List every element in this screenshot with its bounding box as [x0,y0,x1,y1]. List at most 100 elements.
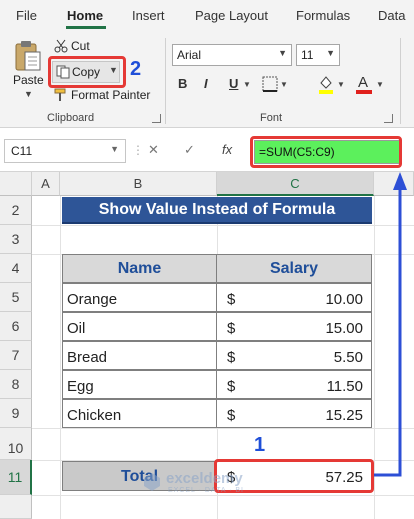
active-tab-indicator [66,26,106,29]
watermark-tagline: EXCEL · DATA · BI [168,487,244,494]
font-color-glyph: A [358,74,369,91]
table-row-amount[interactable]: $ 5.50 [216,341,372,370]
dialog-launcher-icon[interactable] [152,114,161,123]
tab-file[interactable]: File [16,8,37,23]
item-amount: 11.50 [326,378,363,395]
table-row-amount[interactable]: $ 10.00 [216,283,372,312]
chevron-down-icon[interactable]: ▼ [24,89,33,99]
font-color-swatch [356,90,372,94]
font-size-value: 11 [301,48,314,62]
row-header-11[interactable]: 11 [0,460,32,495]
row-header-12[interactable] [0,495,32,519]
font-name-select[interactable]: Arial ▼ [172,44,292,66]
enter-icon[interactable]: ✓ [184,142,195,158]
step-2-label: 2 [130,58,142,80]
underline-button[interactable]: U [229,76,238,91]
scissors-icon [54,39,68,53]
column-header-b[interactable]: B [60,172,217,196]
font-color-button[interactable]: A [356,72,372,94]
tab-page-layout[interactable]: Page Layout [195,8,268,23]
chevron-down-icon[interactable]: ▼ [337,80,345,89]
row-header-8[interactable]: 8 [0,370,32,399]
font-name-value: Arial [177,48,202,62]
more-icon: ⋮ [132,143,144,157]
row-header-6[interactable]: 6 [0,312,32,341]
item-amount: 10.00 [325,291,363,308]
borders-icon[interactable] [262,76,278,92]
worksheet-grid[interactable]: A B C 2 3 4 5 6 7 8 9 10 11 Show Value I… [0,172,414,519]
header-salary-cell[interactable]: Salary [216,254,372,283]
format-painter-label: Format Painter [71,88,151,102]
step-1-label: 1 [254,434,266,456]
insert-function-button[interactable]: fx [222,142,232,157]
dialog-launcher-icon[interactable] [384,114,393,123]
row-header-7[interactable]: 7 [0,341,32,370]
column-header-c[interactable]: C [217,172,374,196]
item-name: Chicken [67,407,122,424]
clipboard-group-label: Clipboard [47,112,95,124]
sheet-title-cell[interactable]: Show Value Instead of Formula [62,197,372,224]
gridline [60,196,61,519]
table-row-amount[interactable]: $ 11.50 [216,370,372,399]
column-header-d[interactable] [374,172,414,196]
font-group-label: Font [260,112,283,124]
tab-data[interactable]: Data [378,8,405,23]
row-header-4[interactable]: 4 [0,254,32,283]
chevron-down-icon[interactable]: ▼ [280,80,288,89]
row-header-2[interactable]: 2 [0,196,32,225]
group-divider [400,38,401,124]
table-row-name[interactable]: Bread [62,341,217,370]
currency-symbol: $ [227,291,236,308]
chevron-down-icon: ▼ [110,144,119,154]
chevron-down-icon: ▼ [278,48,287,58]
item-name: Oil [67,320,86,337]
chevron-down-icon: ▼ [326,48,335,58]
gridline [32,225,414,226]
table-row-name[interactable]: Egg [62,370,217,399]
formula-buttons: ⋮ ✕ ✓ fx [130,139,248,163]
menu-bar: File Home Insert Page Layout Formulas Da… [0,0,414,32]
cut-label: Cut [71,39,90,53]
header-name-cell[interactable]: Name [62,254,217,283]
name-box-value: C11 [11,144,33,158]
currency-symbol: $ [227,407,236,424]
font-size-select[interactable]: 11 ▼ [296,44,340,66]
tab-home[interactable]: Home [67,8,103,23]
chevron-down-icon[interactable]: ▼ [376,80,384,89]
select-all-corner[interactable] [0,172,32,196]
header-salary: Salary [269,260,319,277]
header-name: Name [117,260,162,277]
group-divider [165,38,166,124]
currency-symbol: $ [227,378,236,395]
watermark-brand: exceldemy [166,470,243,487]
row-header-9[interactable]: 9 [0,399,32,428]
brand-logo-icon [144,473,160,491]
item-name: Egg [67,378,94,395]
sheet-title: Show Value Instead of Formula [98,201,336,218]
italic-button[interactable]: I [204,76,208,91]
row-header-5[interactable]: 5 [0,283,32,312]
bold-button[interactable]: B [178,76,187,91]
row-header-10[interactable]: 10 [0,428,32,460]
tab-insert[interactable]: Insert [132,8,165,23]
chevron-down-icon[interactable]: ▼ [243,80,251,89]
fill-color-icon[interactable] [318,74,334,94]
row-header-3[interactable]: 3 [0,225,32,254]
table-row-amount[interactable]: $ 15.25 [216,399,372,428]
table-row-name[interactable]: Chicken [62,399,217,428]
watermark-logo: exceldemy EXCEL · DATA · BI [140,468,290,498]
table-row-name[interactable]: Oil [62,312,217,341]
paste-icon [15,41,41,71]
column-header-a[interactable]: A [32,172,60,196]
item-amount: 15.00 [325,320,363,337]
table-row-name[interactable]: Orange [62,283,217,312]
formula-highlight-box [250,136,402,168]
cancel-icon[interactable]: ✕ [148,142,159,158]
formula-bar: C11 ▼ ⋮ ✕ ✓ fx =SUM(C5:C9) [0,128,414,172]
name-box[interactable]: C11 ▼ [4,139,126,163]
currency-symbol: $ [227,349,236,366]
table-row-amount[interactable]: $ 15.00 [216,312,372,341]
paste-label: Paste [13,73,44,87]
tab-formulas[interactable]: Formulas [296,8,350,23]
item-name: Orange [67,291,118,308]
